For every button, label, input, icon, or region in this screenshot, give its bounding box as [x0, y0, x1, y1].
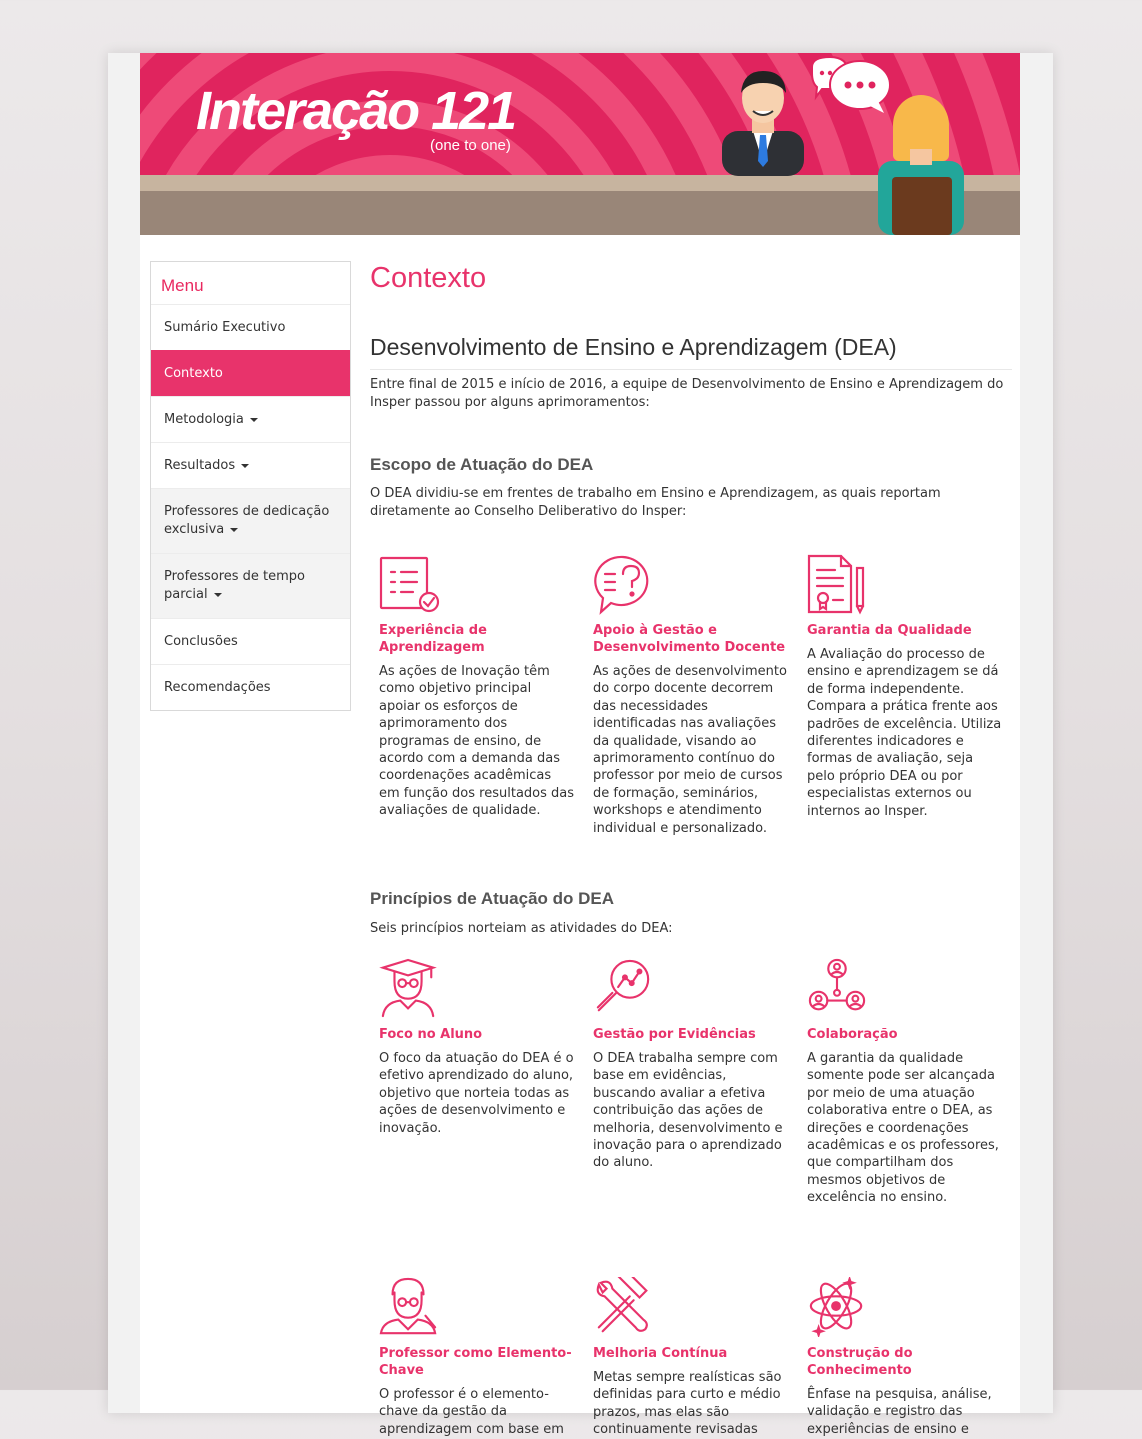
scope-title: Escopo de Atuação do DEA	[370, 455, 594, 474]
brand-subtitle: (one to one)	[430, 137, 511, 154]
card-title: Melhoria Contínua	[593, 1346, 728, 1361]
principles-title: Princípios de Atuação do DEA	[370, 889, 615, 908]
menu-item-recomendacoes[interactable]: Recomendações	[151, 664, 350, 710]
card-title: Colaboração	[807, 1027, 898, 1042]
card-title: Experiência de Aprendizagem	[379, 623, 487, 655]
card-text: As ações de Inovação têm como objetivo p…	[379, 664, 575, 819]
page-sheet: Interação 121 (one to one) Menu Sumário …	[140, 53, 1020, 1437]
checklist-document-icon	[379, 556, 440, 613]
menu-item-professores-tempo-parcial[interactable]: Professores de tempo parcial	[151, 553, 350, 618]
question-bubble-icon	[594, 555, 649, 615]
scope-card: Experiência de Aprendizagem As ações de …	[379, 554, 575, 820]
principle-card: Melhoria Contínua Metas sempre realístic…	[593, 1277, 789, 1439]
main-content: Contexto Desenvolvimento de Ensino e Apr…	[370, 258, 1012, 1437]
menu-title: Menu	[161, 276, 204, 295]
principle-card: Professor como Elemento-Chave O professo…	[379, 1277, 575, 1438]
hammer-wrench-icon	[596, 1277, 648, 1333]
card-text: O DEA trabalha sempre com base em evidên…	[593, 1051, 783, 1171]
menu-item-label: Resultados	[164, 458, 236, 473]
scope-text: O DEA dividiu-se em frentes de trabalho …	[370, 486, 941, 519]
card-text: O foco da atuação do DEA é o efetivo apr…	[379, 1051, 574, 1136]
sidebar-menu: Menu Sumário Executivo Contexto Metodolo…	[150, 261, 351, 711]
card-title: Professor como Elemento-Chave	[379, 1346, 572, 1378]
certificate-pencil-icon	[807, 554, 865, 615]
menu-item-label: Conclusões	[164, 634, 238, 649]
intro-text: Entre final de 2015 e início de 2016, a …	[370, 377, 1004, 410]
menu-item-label: Sumário Executivo	[164, 320, 286, 335]
scope-card: Apoio à Gestão e Desenvolvimento Docente…	[593, 554, 789, 837]
header-banner: Interação 121 (one to one)	[140, 53, 1020, 235]
principle-card: Foco no Aluno O foco da atuação do DEA é…	[379, 958, 575, 1137]
caret-down-icon	[249, 417, 258, 422]
card-title: Apoio à Gestão e Desenvolvimento Docente	[593, 623, 786, 655]
card-text: A Avaliação do processo de ensino e apre…	[807, 647, 1002, 819]
menu-item-label: Recomendações	[164, 680, 271, 695]
menu-item-resultados[interactable]: Resultados	[151, 442, 350, 488]
card-text: As ações de desenvolvimento do corpo doc…	[593, 664, 787, 836]
caret-down-icon	[213, 592, 222, 597]
menu-item-sumario-executivo[interactable]: Sumário Executivo	[151, 304, 350, 350]
menu-item-label: Contexto	[164, 366, 223, 381]
scope-card: Garantia da Qualidade A Avaliação do pro…	[807, 554, 1003, 820]
section-title: Desenvolvimento de Ensino e Aprendizagem…	[370, 334, 1012, 370]
caret-down-icon	[241, 463, 250, 468]
card-text: O professor é o elemento-chave da gestão…	[379, 1387, 564, 1437]
caret-down-icon	[230, 527, 239, 532]
card-text: Ênfase na pesquisa, análise, validação e…	[807, 1387, 992, 1437]
menu-item-conclusoes[interactable]: Conclusões	[151, 618, 350, 664]
card-title: Foco no Aluno	[379, 1027, 483, 1042]
graduate-student-icon	[379, 958, 437, 1018]
menu-item-metodologia[interactable]: Metodologia	[151, 396, 350, 442]
card-title: Garantia da Qualidade	[807, 623, 972, 638]
page-title: Contexto	[370, 262, 487, 294]
menu-item-label: Professores de dedicação exclusiva	[164, 504, 330, 537]
people-network-icon	[808, 958, 866, 1011]
menu-item-label: Metodologia	[164, 412, 244, 427]
menu-item-professores-dedicacao[interactable]: Professores de dedicação exclusiva	[151, 488, 350, 553]
card-text: A garantia da qualidade somente pode ser…	[807, 1051, 999, 1206]
principle-card: Colaboração A garantia da qualidade some…	[807, 958, 1003, 1207]
magnifier-chart-icon	[596, 959, 650, 1012]
page-frame: Interação 121 (one to one) Menu Sumário …	[108, 53, 1053, 1437]
card-title: Gestão por Evidências	[593, 1027, 756, 1042]
principles-text: Seis princípios norteiam as atividades d…	[370, 921, 673, 936]
principle-card: Gestão por Evidências O DEA trabalha sem…	[593, 958, 789, 1172]
principle-card: Construção do Conhecimento Ênfase na pes…	[807, 1277, 1003, 1438]
card-text: Metas sempre realísticas são definidas p…	[593, 1370, 782, 1438]
teacher-icon	[379, 1277, 437, 1335]
atom-icon	[809, 1277, 863, 1337]
menu-item-label: Professores de tempo parcial	[164, 569, 306, 602]
brand-title: Interação 121	[196, 81, 517, 141]
card-title: Construção do Conhecimento	[807, 1346, 913, 1378]
menu-item-contexto[interactable]: Contexto	[151, 350, 350, 396]
